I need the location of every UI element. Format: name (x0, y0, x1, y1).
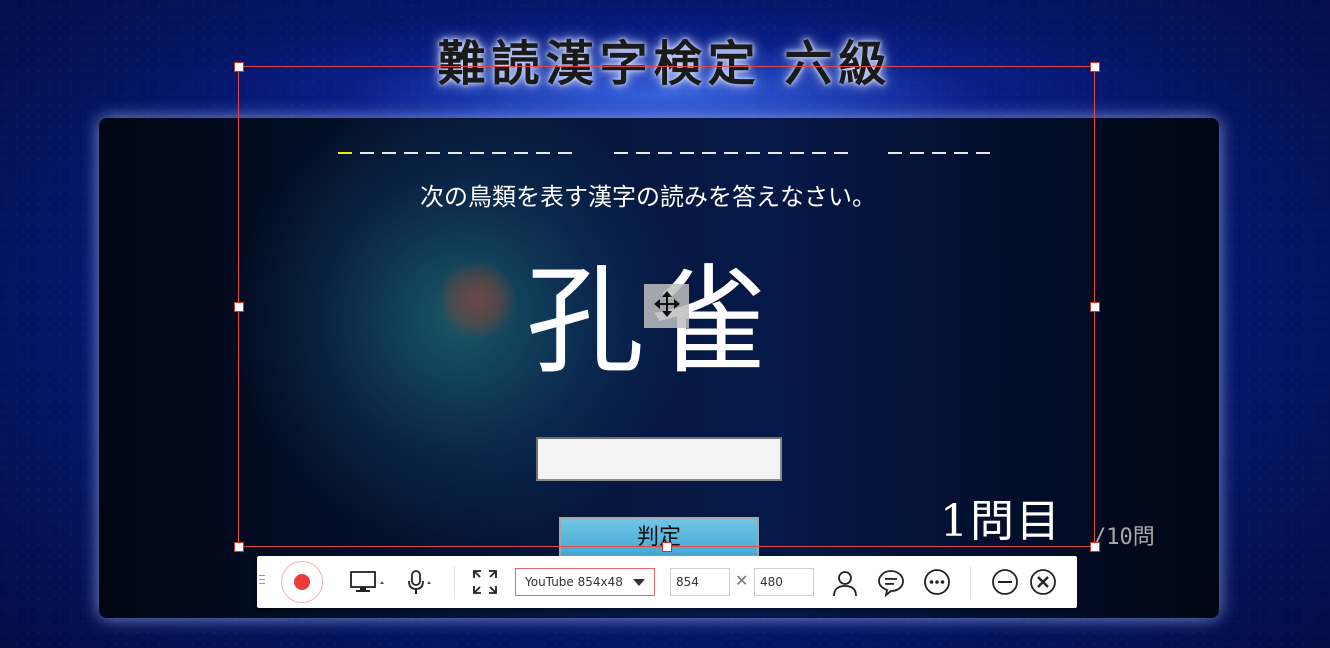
height-input[interactable] (754, 568, 814, 596)
width-input[interactable] (670, 568, 730, 596)
webcam-user-icon[interactable] (830, 568, 860, 602)
resize-handle-middle-right[interactable] (1090, 302, 1100, 312)
preset-label: YouTube 854x48 (525, 575, 623, 589)
resize-handle-top-right[interactable] (1090, 62, 1100, 72)
more-icon[interactable] (922, 568, 952, 602)
resize-handle-bottom-center[interactable] (662, 542, 672, 552)
resize-handle-middle-left[interactable] (234, 302, 244, 312)
record-button[interactable] (281, 561, 323, 603)
resize-handle-bottom-left[interactable] (234, 542, 244, 552)
toolbar-divider (454, 566, 455, 598)
record-icon (294, 574, 310, 590)
resize-handle-top-left[interactable] (234, 62, 244, 72)
resolution-preset-dropdown[interactable]: YouTube 854x48 (515, 568, 655, 596)
resize-handle-bottom-right[interactable] (1090, 542, 1100, 552)
monitor-icon[interactable] (349, 568, 389, 600)
minimize-icon[interactable] (990, 568, 1020, 602)
close-icon[interactable] (1028, 568, 1058, 602)
chevron-down-icon (633, 579, 645, 586)
comment-icon[interactable] (876, 568, 906, 602)
microphone-icon[interactable] (405, 568, 439, 600)
move-icon (652, 289, 682, 323)
drag-grip[interactable] (259, 575, 265, 587)
toolbar-divider (970, 566, 971, 598)
times-separator: ✕ (735, 571, 749, 590)
question-total: /10問 (1093, 525, 1155, 550)
move-handle[interactable] (644, 284, 689, 328)
recorder-toolbar: YouTube 854x48 ✕ (257, 556, 1077, 608)
fullscreen-icon[interactable] (471, 568, 499, 600)
